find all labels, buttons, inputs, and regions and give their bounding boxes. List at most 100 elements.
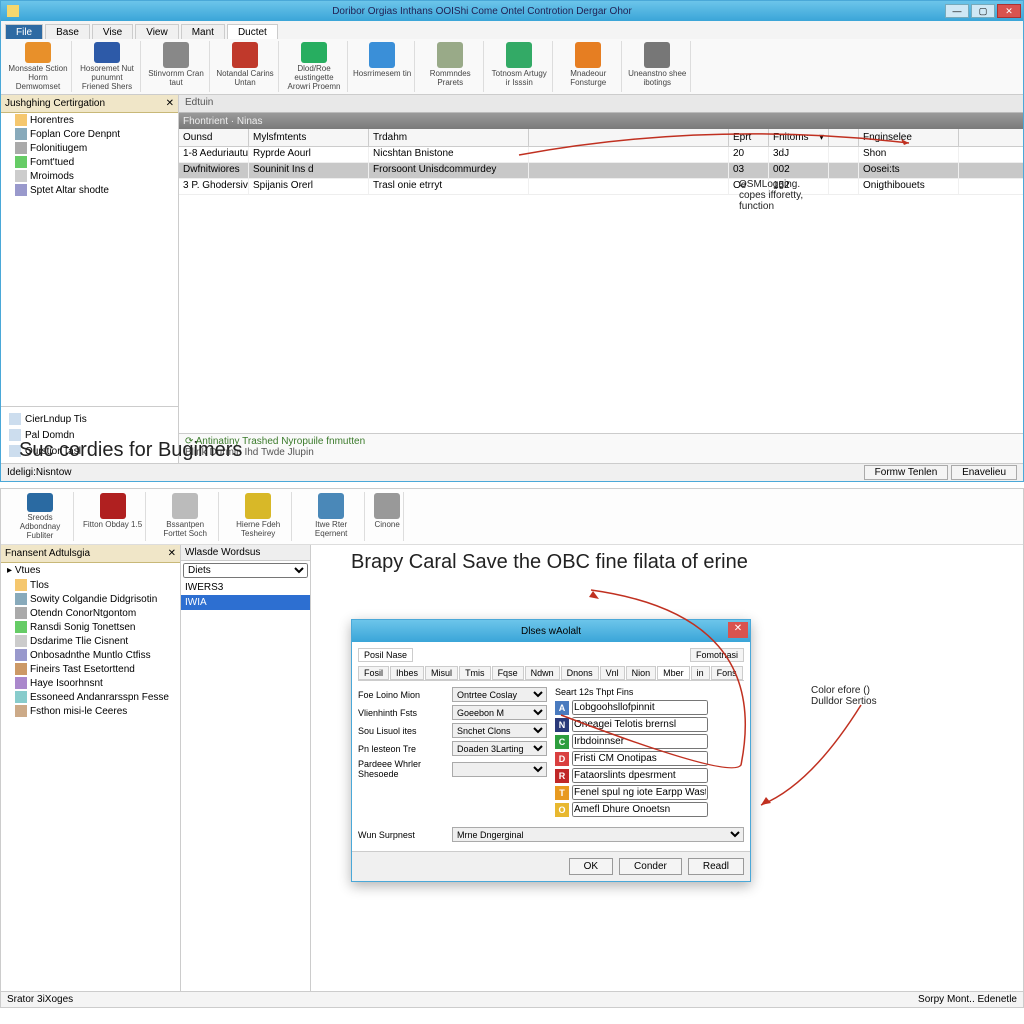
status-button-1[interactable]: Formw Tenlen bbox=[864, 465, 949, 480]
tree-item[interactable]: Onbosadnthe Muntlo Ctfiss bbox=[15, 648, 180, 662]
tab-base[interactable]: Base bbox=[45, 24, 90, 39]
status-button-2[interactable]: Enavelieu bbox=[951, 465, 1017, 480]
minimize-button[interactable]: — bbox=[945, 4, 969, 18]
ribbon-button-9[interactable]: Uneanstno shee ibotings bbox=[624, 41, 691, 92]
color-row[interactable]: C bbox=[555, 734, 744, 749]
ribbon-button-5[interactable]: Cinone bbox=[371, 492, 404, 541]
ribbon-button-6[interactable]: Rommndes Prarets bbox=[417, 41, 484, 92]
color-row[interactable]: N bbox=[555, 717, 744, 732]
tree-item[interactable]: Horentres bbox=[15, 113, 178, 127]
column-header[interactable] bbox=[529, 129, 729, 146]
color-label-input[interactable] bbox=[572, 768, 708, 783]
ribbon-button-3[interactable]: Notandal Carins Untan bbox=[212, 41, 279, 92]
table-row[interactable]: DwfnitwioresSouninit Ins dFrorsoont Unis… bbox=[179, 163, 1023, 179]
ribbon-button-1[interactable]: Hosoremet Nut punumnt Friened Shers bbox=[74, 41, 141, 92]
tree-item[interactable]: Tlos bbox=[15, 578, 180, 592]
color-label-input[interactable] bbox=[572, 734, 708, 749]
table-row[interactable]: 3 P. GhodersivensSpijanis OrerlTrasl oni… bbox=[179, 179, 1023, 195]
ribbon-button-0[interactable]: Monssate Sction Horm Demwomset bbox=[5, 41, 72, 92]
tree-item[interactable]: Foplan Core Denpnt bbox=[15, 127, 178, 141]
grid-body[interactable]: 1-8 AeduriautusRyprde AourlNicshtan Bnis… bbox=[179, 147, 1023, 433]
tab-vise[interactable]: Vise bbox=[92, 24, 133, 39]
dialog-subtab[interactable]: Tmis bbox=[459, 666, 491, 680]
field-select[interactable] bbox=[452, 762, 547, 777]
dialog-subtab[interactable]: in bbox=[691, 666, 710, 680]
tree-section-caret[interactable]: ▸ Vtues bbox=[1, 563, 180, 578]
color-row[interactable]: O bbox=[555, 802, 744, 817]
ribbon-button-0[interactable]: Sreods Adbondnay Fubliter bbox=[7, 492, 74, 541]
tree-item[interactable]: Fsthon misi-le Ceeres bbox=[15, 704, 180, 718]
ribbon-button-2[interactable]: Bssantpen Forttet Soch bbox=[152, 492, 219, 541]
maximize-button[interactable]: ▢ bbox=[971, 4, 995, 18]
field-select[interactable]: Ontrtee Coslay bbox=[452, 687, 547, 702]
dialog-subtab[interactable]: Nion bbox=[626, 666, 657, 680]
table-row[interactable]: 1-8 AeduriautusRyprde AourlNicshtan Bnis… bbox=[179, 147, 1023, 163]
ribbon-button-2[interactable]: Stinvornm Cran taut bbox=[143, 41, 210, 92]
color-label-input[interactable] bbox=[572, 751, 708, 766]
ok-button[interactable]: OK bbox=[569, 858, 613, 875]
ribbon-button-3[interactable]: Hierne Fdeh Tesheirey bbox=[225, 492, 292, 541]
dialog-subtab[interactable]: Mber bbox=[657, 666, 690, 680]
ribbon-button-5[interactable]: Hosrrimesem tin bbox=[350, 41, 415, 92]
color-label-input[interactable] bbox=[572, 785, 708, 800]
column-header[interactable]: Fnitoms ▾ bbox=[769, 129, 829, 146]
dialog-subtab[interactable]: Vnl bbox=[600, 666, 625, 680]
tree-item[interactable]: Folonitiugem bbox=[15, 141, 178, 155]
readl-button[interactable]: Readl bbox=[688, 858, 744, 875]
tree-item[interactable]: Ransdi Sonig Tonettsen bbox=[15, 620, 180, 634]
column-header[interactable]: Eprt bbox=[729, 129, 769, 146]
ribbon-button-4[interactable]: Dlod/Roe eustingette Arowri Proemn bbox=[281, 41, 348, 92]
tree-close-icon[interactable]: ✕ bbox=[166, 98, 174, 109]
list-item[interactable]: IWIA bbox=[181, 595, 310, 610]
list-item[interactable]: IWERS3 bbox=[181, 580, 310, 595]
color-row[interactable]: T bbox=[555, 785, 744, 800]
tree-item[interactable]: Sptet Altar shodte bbox=[15, 183, 178, 197]
tab-file[interactable]: File bbox=[5, 24, 43, 39]
color-label-input[interactable] bbox=[572, 717, 708, 732]
dialog-subtab[interactable]: Dnons bbox=[561, 666, 599, 680]
tree-item[interactable]: Dsdarime Tlie Cisnent bbox=[15, 634, 180, 648]
dialog-subtab[interactable]: Ihbes bbox=[390, 666, 424, 680]
tree-item[interactable]: Fineirs Tast Esetorttend bbox=[15, 662, 180, 676]
bottom-field-select[interactable]: Mrne Dngerginal bbox=[452, 827, 744, 842]
color-row[interactable]: D bbox=[555, 751, 744, 766]
field-select[interactable]: Snchet Clons bbox=[452, 723, 547, 738]
tree-item[interactable]: Mroimods bbox=[15, 169, 178, 183]
tree-item[interactable]: Fomt'tued bbox=[15, 155, 178, 169]
ribbon-button-4[interactable]: Itwe Rter Eqernent bbox=[298, 492, 365, 541]
dialog-tab-secondary[interactable]: Fomotnasi bbox=[690, 648, 744, 662]
color-label-input[interactable] bbox=[572, 700, 708, 715]
tree-item[interactable]: Sowity Colgandie Didgrisotin bbox=[15, 592, 180, 606]
tree-footer-item[interactable]: Ourstior Tasl bbox=[5, 443, 174, 459]
tab-ductet[interactable]: Ductet bbox=[227, 24, 278, 39]
ribbon-button-8[interactable]: Mnadeour Fonsturge bbox=[555, 41, 622, 92]
column-header[interactable]: Trdahm bbox=[369, 129, 529, 146]
column-header[interactable]: Fnginselee bbox=[859, 129, 959, 146]
dialog-subtab[interactable]: Ndwn bbox=[525, 666, 560, 680]
dialog-subtab[interactable]: Fosil bbox=[358, 666, 389, 680]
tree-item[interactable]: Otendn ConorNtgontom bbox=[15, 606, 180, 620]
dialog-subtab[interactable]: Fons bbox=[711, 666, 743, 680]
conder-button[interactable]: Conder bbox=[619, 858, 682, 875]
dialog-subtab[interactable]: Fqse bbox=[492, 666, 524, 680]
field-select[interactable]: Goeebon M bbox=[452, 705, 547, 720]
tree-item[interactable]: Essoneed Andanrarsspn Fesse bbox=[15, 690, 180, 704]
dialog-subtab[interactable]: Misul bbox=[425, 666, 458, 680]
close-button[interactable]: ✕ bbox=[997, 4, 1021, 18]
tree-footer-item[interactable]: Pal Domdn bbox=[5, 427, 174, 443]
color-row[interactable]: A bbox=[555, 700, 744, 715]
tree-footer-item[interactable]: CierLndup Tis bbox=[5, 411, 174, 427]
column-header[interactable] bbox=[829, 129, 859, 146]
tab-view[interactable]: View bbox=[135, 24, 179, 39]
ribbon-button-7[interactable]: Totnosm Artugy ir Isssin bbox=[486, 41, 553, 92]
dialog-tab-main[interactable]: Posil Nase bbox=[358, 648, 413, 662]
tab-mant[interactable]: Mant bbox=[181, 24, 225, 39]
field-select[interactable]: Doaden 3Larting bbox=[452, 741, 547, 756]
tree-close-lower-icon[interactable]: ✕ bbox=[168, 548, 176, 559]
column-header[interactable]: Mylsfmtents bbox=[249, 129, 369, 146]
ribbon-button-1[interactable]: Fitton Obday 1.5 bbox=[80, 492, 146, 541]
dialog-close-button[interactable]: ✕ bbox=[728, 622, 748, 638]
color-row[interactable]: R bbox=[555, 768, 744, 783]
item-list-filter[interactable]: Diets bbox=[183, 563, 308, 578]
column-header[interactable]: Ounsd bbox=[179, 129, 249, 146]
